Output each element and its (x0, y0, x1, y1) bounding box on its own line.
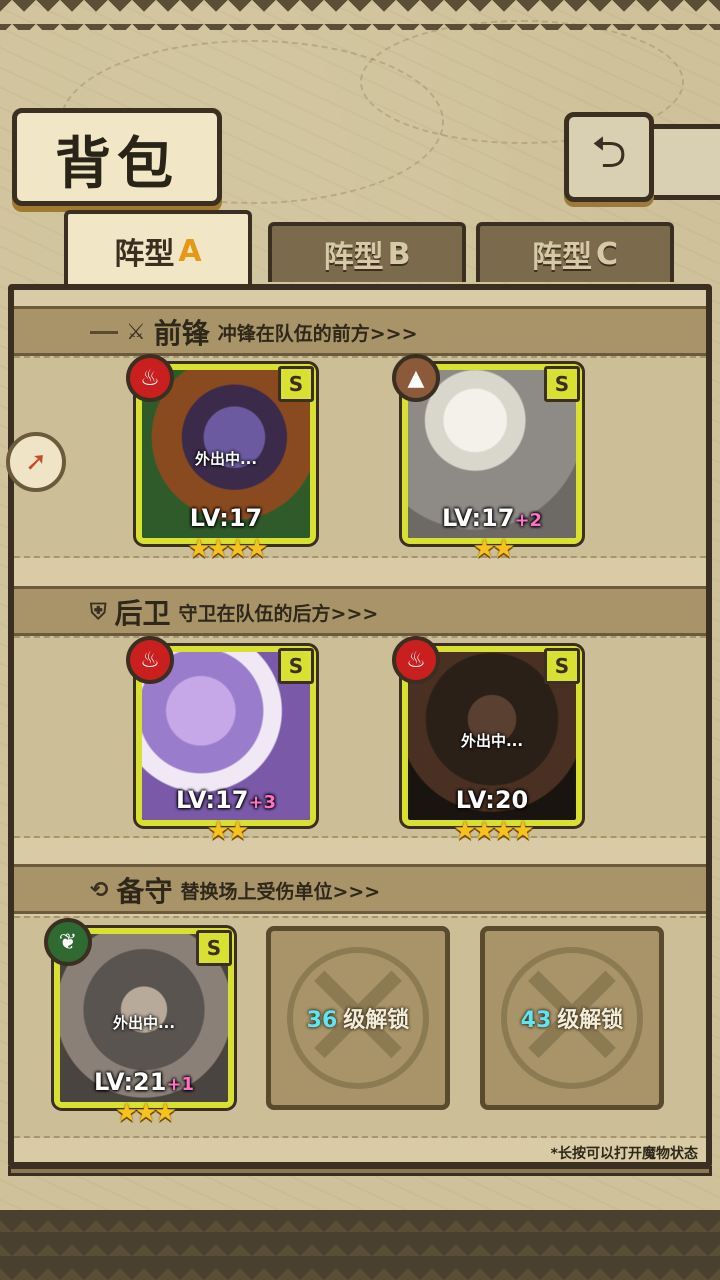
tab-formation-b[interactable]: 阵型 B (268, 222, 466, 282)
tab-formation-a[interactable]: 阵型 A (64, 210, 252, 288)
fire-element-icon: ♨ (126, 354, 174, 402)
tab-suffix: C (595, 236, 619, 272)
level-value: LV:17 (189, 504, 263, 532)
locked-slot[interactable]: ✕ 36 级解锁 (266, 926, 450, 1110)
back-arrow-icon: ⮌ (591, 126, 627, 178)
rank-badge: S (196, 930, 232, 966)
monster-card[interactable]: ❦ S 外出中... LV:21+1 ★★★ (44, 918, 234, 1128)
fire-element-icon: ♨ (392, 636, 440, 684)
arrow-up-icon: ➚ (25, 447, 47, 477)
front-row (14, 356, 706, 558)
sword-icon: ⚔ (126, 319, 146, 345)
tab-label: 阵型 (114, 237, 175, 272)
unlock-level: 36 (306, 1008, 338, 1033)
unlock-level: 43 (520, 1008, 552, 1033)
torn-edge-bottom (0, 1210, 720, 1280)
monster-card[interactable]: ♨ S LV:17+3 ★★ (126, 636, 316, 846)
star-rating: ★★ (206, 816, 250, 846)
monster-card[interactable]: ♨ S 外出中... LV:20 ★★★★ (392, 636, 582, 846)
status-text: 外出中... (194, 450, 258, 468)
side-toggle-button[interactable]: ➚ (6, 432, 66, 492)
section-header-back: ⛨ 后卫 守卫在队伍的后方>>> (90, 592, 378, 632)
fire-element-icon: ♨ (126, 636, 174, 684)
locked-slot[interactable]: ✕ 43 级解锁 (480, 926, 664, 1110)
tab-suffix: B (387, 236, 411, 272)
level-value: LV:21 (93, 1068, 167, 1096)
earth-element-icon: ▲ (392, 354, 440, 402)
star-rating: ★★★ (115, 1098, 177, 1128)
level-value: LV:20 (455, 786, 529, 814)
star-rating: ★★ (472, 534, 516, 564)
rank-badge: S (544, 648, 580, 684)
unlock-label: 36 级解锁 (307, 1002, 410, 1034)
section-description: 冲锋在队伍的前方>>> (217, 322, 418, 345)
unlock-label: 43 级解锁 (521, 1002, 624, 1034)
swap-icon: ⟲ (90, 877, 109, 903)
level-value: LV:17 (175, 786, 249, 814)
star-rating: ★★★★ (187, 534, 268, 564)
section-description: 替换场上受伤单位>>> (180, 880, 381, 903)
level-bonus: +2 (514, 510, 543, 531)
star-rating: ★★★★ (453, 816, 534, 846)
back-button-rail (648, 124, 720, 200)
level-bonus: +3 (248, 792, 277, 813)
level-label: LV:17+2 (408, 504, 576, 532)
unlock-text: 级解锁 (557, 1008, 624, 1033)
level-label: LV:17 (142, 504, 310, 532)
rank-badge: S (278, 648, 314, 684)
hint-text: *长按可以打开魔物状态 (550, 1146, 698, 1162)
section-title: 后卫 (114, 597, 171, 630)
back-button[interactable]: ⮌ (564, 112, 654, 202)
panel-bottom-rail (8, 1166, 712, 1176)
monster-card[interactable]: ▲ S LV:17+2 ★★ (392, 354, 582, 564)
unlock-text: 级解锁 (343, 1008, 410, 1033)
section-description: 守卫在队伍的后方>>> (178, 602, 379, 625)
level-label: LV:17+3 (142, 786, 310, 814)
rank-badge: S (278, 366, 314, 402)
page-title-plate: 背包 (12, 108, 222, 206)
back-row (14, 636, 706, 838)
rank-badge: S (544, 366, 580, 402)
torn-edge-top (0, 0, 720, 30)
status-text: 外出中... (112, 1014, 176, 1032)
leaf-element-icon: ❦ (44, 918, 92, 966)
monster-card[interactable]: ♨ S 外出中... LV:17 ★★★★ (126, 354, 316, 564)
section-header-front: ⚔ 前锋 冲锋在队伍的前方>>> (90, 312, 418, 352)
level-value: LV:17 (441, 504, 515, 532)
level-bonus: +1 (166, 1074, 195, 1095)
level-label: LV:21+1 (60, 1068, 228, 1096)
tab-label: 阵型 (323, 240, 384, 275)
divider (90, 330, 118, 334)
section-title: 前锋 (153, 317, 210, 350)
tab-label: 阵型 (531, 240, 592, 275)
status-text: 外出中... (460, 732, 524, 750)
tab-suffix: A (178, 233, 202, 269)
section-title: 备守 (116, 875, 173, 908)
tab-formation-c[interactable]: 阵型 C (476, 222, 674, 282)
shield-icon: ⛨ (90, 599, 107, 625)
level-label: LV:20 (408, 786, 576, 814)
page-title: 背包 (55, 131, 179, 197)
section-header-reserve: ⟲ 备守 替换场上受伤单位>>> (90, 870, 380, 910)
